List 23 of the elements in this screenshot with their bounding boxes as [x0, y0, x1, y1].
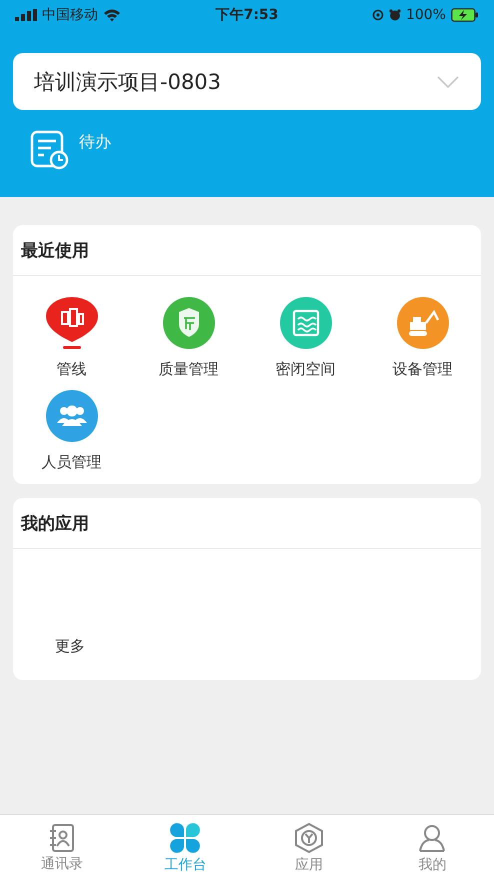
rotation-lock-icon	[372, 9, 384, 21]
chevron-down-icon	[437, 76, 459, 88]
four-leaf-icon	[169, 822, 202, 854]
tab-item[interactable]: 应用	[247, 815, 370, 880]
wifi-icon	[103, 8, 121, 22]
section-title: 最近使用	[21, 240, 89, 262]
battery-percent: 100%	[406, 7, 446, 23]
project-select[interactable]: 培训演示项目-0803	[13, 53, 481, 110]
carrier-name: 中国移动	[42, 6, 98, 24]
todo-icon	[29, 130, 69, 170]
app-shortcut[interactable]: 人员管理	[13, 389, 130, 472]
app-shortcut[interactable]: 管线	[13, 296, 130, 379]
status-time: 下午7:53	[216, 6, 278, 24]
more-link[interactable]: 更多	[55, 637, 85, 656]
section-title: 我的应用	[21, 512, 89, 534]
app-shortcut[interactable]: 质量管理	[130, 296, 247, 379]
tab-item[interactable]: 通讯录	[0, 815, 124, 880]
app-shortcut[interactable]: 设备管理	[364, 296, 481, 379]
battery-charging-icon	[450, 8, 479, 22]
tab-item[interactable]: 我的	[370, 815, 494, 880]
hexagon-icon	[292, 822, 325, 854]
signal-icon	[15, 9, 37, 21]
app-shortcut[interactable]: 密闭空间	[247, 296, 364, 379]
